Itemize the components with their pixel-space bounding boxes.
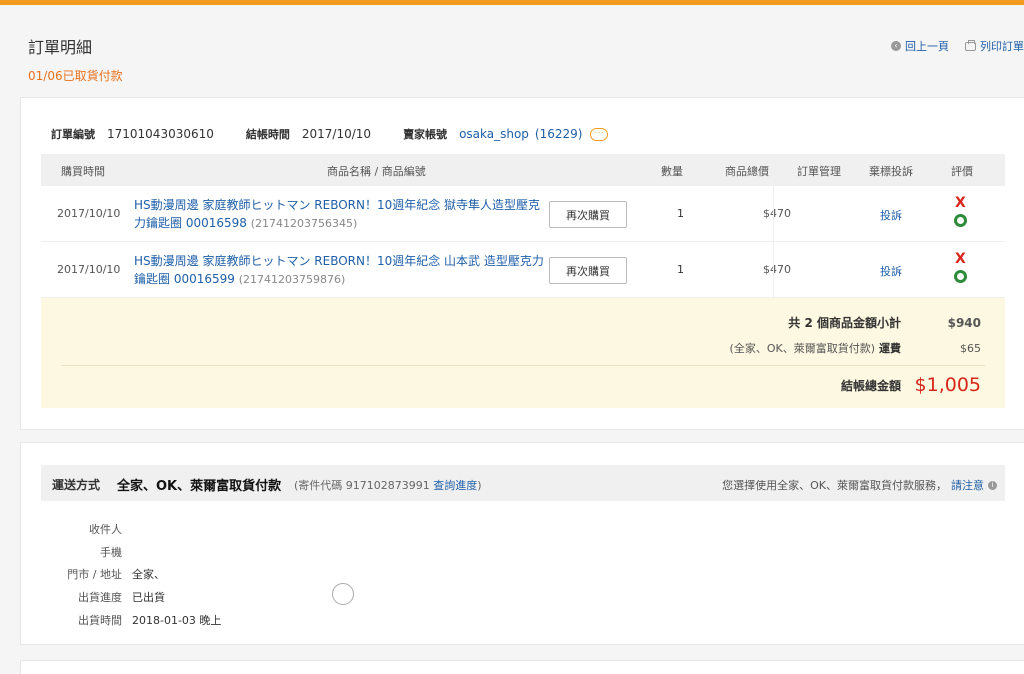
subtotal-amount: $940 xyxy=(947,315,981,330)
recipient-info: 收件人 手機 門市 / 地址 全家、 出貨進度 已出貨 出貨時間 2018-01… xyxy=(51,518,221,631)
shipping-header: 運送方式 全家、OK、萊爾富取貨付款 (寄件代碼 917102873991 查詢… xyxy=(41,465,1005,501)
loading-spinner-icon xyxy=(332,583,354,605)
attention-link[interactable]: 請注意 xyxy=(951,477,984,493)
product-link[interactable]: HS動漫周邊 家庭教師ヒットマン REBORN！10週年紀念 山本武 造型壓克力… xyxy=(134,252,546,289)
info-key: 門市 / 地址 xyxy=(67,568,122,582)
purchase-date: 2017/10/10 xyxy=(57,207,121,220)
checkout-time: 2017/10/10 xyxy=(301,127,372,141)
subtotal-label: 共 2 個商品金額小計 xyxy=(788,316,901,330)
info-key: 出貨進度 xyxy=(78,591,122,605)
shipment-code: (寄件代碼 917102873991 查詢進度) xyxy=(294,477,482,493)
summary-divider xyxy=(61,365,985,366)
order-items-card: 訂單編號 17101043030610 結帳時間 2017/10/10 賣家帳號… xyxy=(20,97,1024,430)
info-key: 出貨時間 xyxy=(78,613,122,627)
shipping-fee-label: 運費 xyxy=(879,342,901,355)
shipping-method: 全家、OK、萊爾富取貨付款 xyxy=(117,479,282,494)
back-link[interactable]: ‹ 回上一頁 xyxy=(891,38,949,54)
shipping-card: 運送方式 全家、OK、萊爾富取貨付款 (寄件代碼 917102873991 查詢… xyxy=(20,442,1024,645)
print-order-link[interactable]: 列印訂單 xyxy=(965,38,1024,54)
order-meta: 訂單編號 17101043030610 結帳時間 2017/10/10 賣家帳號… xyxy=(51,126,609,142)
seller-label: 賣家帳號 xyxy=(403,128,448,141)
complaint-link[interactable]: 投訴 xyxy=(880,263,902,279)
shipping-title: 運送方式 xyxy=(52,478,101,492)
grand-total-label: 結帳總金額 xyxy=(840,378,901,393)
table-row: 2017/10/10 HS動漫周邊 家庭教師ヒットマン REBORN！10週年紀… xyxy=(41,242,1005,298)
col-quantity: 數量 xyxy=(661,165,683,178)
item-total: $470 xyxy=(763,207,791,220)
col-purchase-time: 購買時間 xyxy=(61,165,105,178)
rating-positive-icon[interactable] xyxy=(954,270,967,283)
order-number: 17101043030610 xyxy=(107,127,214,141)
product-code: (21741203759876) xyxy=(238,273,346,286)
printer-icon xyxy=(965,39,976,51)
track-progress-link[interactable]: 查詢進度 xyxy=(433,479,477,492)
order-number-label: 訂單編號 xyxy=(51,128,95,141)
info-row-ship-time: 出貨時間 2018-01-03 晚上 xyxy=(51,608,221,631)
quantity: 1 xyxy=(677,207,684,220)
product-code: (21741203756345) xyxy=(250,217,358,230)
product-link[interactable]: HS動漫周邊 家庭教師ヒットマン REBORN！10週年紀念 獄寺隼人造型壓克力… xyxy=(134,196,546,233)
col-item-total: 商品總價 xyxy=(725,165,769,178)
buy-again-button[interactable]: 再次購買 xyxy=(549,201,627,228)
page-title: 訂單明細 xyxy=(28,38,93,57)
rating-positive-icon[interactable] xyxy=(954,214,967,227)
shipping-fee-line: (全家、OK、萊爾富取貨付款) 運費 $65 xyxy=(730,340,981,356)
quantity: 1 xyxy=(677,263,684,276)
info-row-store-address: 門市 / 地址 全家、 xyxy=(51,563,221,586)
grand-total-line: 結帳總金額 $1,005 xyxy=(841,374,981,396)
info-row-recipient: 收件人 xyxy=(51,518,221,541)
order-summary: 共 2 個商品金額小計 $940 (全家、OK、萊爾富取貨付款) 運費 $65 … xyxy=(41,298,1005,408)
col-product-name: 商品名稱 / 商品編號 xyxy=(327,165,426,178)
shipment-code-text: (寄件代碼 917102873991 xyxy=(294,479,430,492)
table-header: 購買時間 商品名稱 / 商品編號 數量 商品總價 訂單管理 棄標投訴 評價 xyxy=(41,154,1005,186)
print-label: 列印訂單 xyxy=(980,40,1024,53)
shipping-notice-text: 您選擇使用全家、OK、萊爾富取貨付款服務， xyxy=(722,479,947,492)
complaint-link[interactable]: 投訴 xyxy=(880,207,902,223)
chat-bubble-icon[interactable]: ··· xyxy=(590,127,609,141)
info-value: 已出貨 xyxy=(132,591,165,605)
shipping-notice: 您選擇使用全家、OK、萊爾富取貨付款服務， 請注意 i xyxy=(722,477,997,493)
col-rating: 評價 xyxy=(951,165,973,178)
rating-negative-icon[interactable]: X xyxy=(955,195,966,211)
col-order-management: 訂單管理 xyxy=(797,165,841,178)
header-actions: ‹ 回上一頁 列印訂單 xyxy=(891,38,1024,54)
info-key: 手機 xyxy=(100,545,122,559)
item-total: $470 xyxy=(763,263,791,276)
info-row-phone: 手機 xyxy=(51,541,221,564)
back-label: 回上一頁 xyxy=(905,40,949,53)
seller-account-link[interactable]: osaka_shop xyxy=(459,127,529,141)
column-divider xyxy=(773,186,774,298)
info-row-ship-status: 出貨進度 已出貨 xyxy=(51,586,221,609)
order-detail-page: 訂單明細 01/06已取貨付款 ‹ 回上一頁 列印訂單 訂單編號 1710104… xyxy=(10,12,1024,674)
page-header: 訂單明細 01/06已取貨付款 ‹ 回上一頁 列印訂單 xyxy=(10,12,1024,92)
subtotal-line: 共 2 個商品金額小計 $940 xyxy=(788,314,981,331)
purchase-date: 2017/10/10 xyxy=(57,263,121,276)
buy-again-button[interactable]: 再次購買 xyxy=(549,257,627,284)
top-accent-bar xyxy=(0,0,1024,5)
info-key: 收件人 xyxy=(89,523,122,537)
order-status: 01/06已取貨付款 xyxy=(28,69,123,83)
info-value: 2018-01-03 晚上 xyxy=(132,613,222,627)
shipping-fee-amount: $65 xyxy=(960,341,981,355)
rating-negative-icon[interactable]: X xyxy=(955,251,966,267)
shipping-fee-note: (全家、OK、萊爾富取貨付款) xyxy=(729,342,875,355)
grand-total-amount: $1,005 xyxy=(914,374,981,396)
col-complaint: 棄標投訴 xyxy=(869,165,913,178)
next-section-card xyxy=(20,660,1024,674)
table-row: 2017/10/10 HS動漫周邊 家庭教師ヒットマン REBORN！10週年紀… xyxy=(41,186,1005,242)
info-value: 全家、 xyxy=(132,568,165,582)
back-arrow-icon: ‹ xyxy=(891,41,901,51)
shipment-code-close: ) xyxy=(477,479,482,492)
seller-rating-count[interactable]: (16229) xyxy=(535,127,583,141)
info-icon[interactable]: i xyxy=(988,480,997,490)
checkout-time-label: 結帳時間 xyxy=(245,128,290,141)
